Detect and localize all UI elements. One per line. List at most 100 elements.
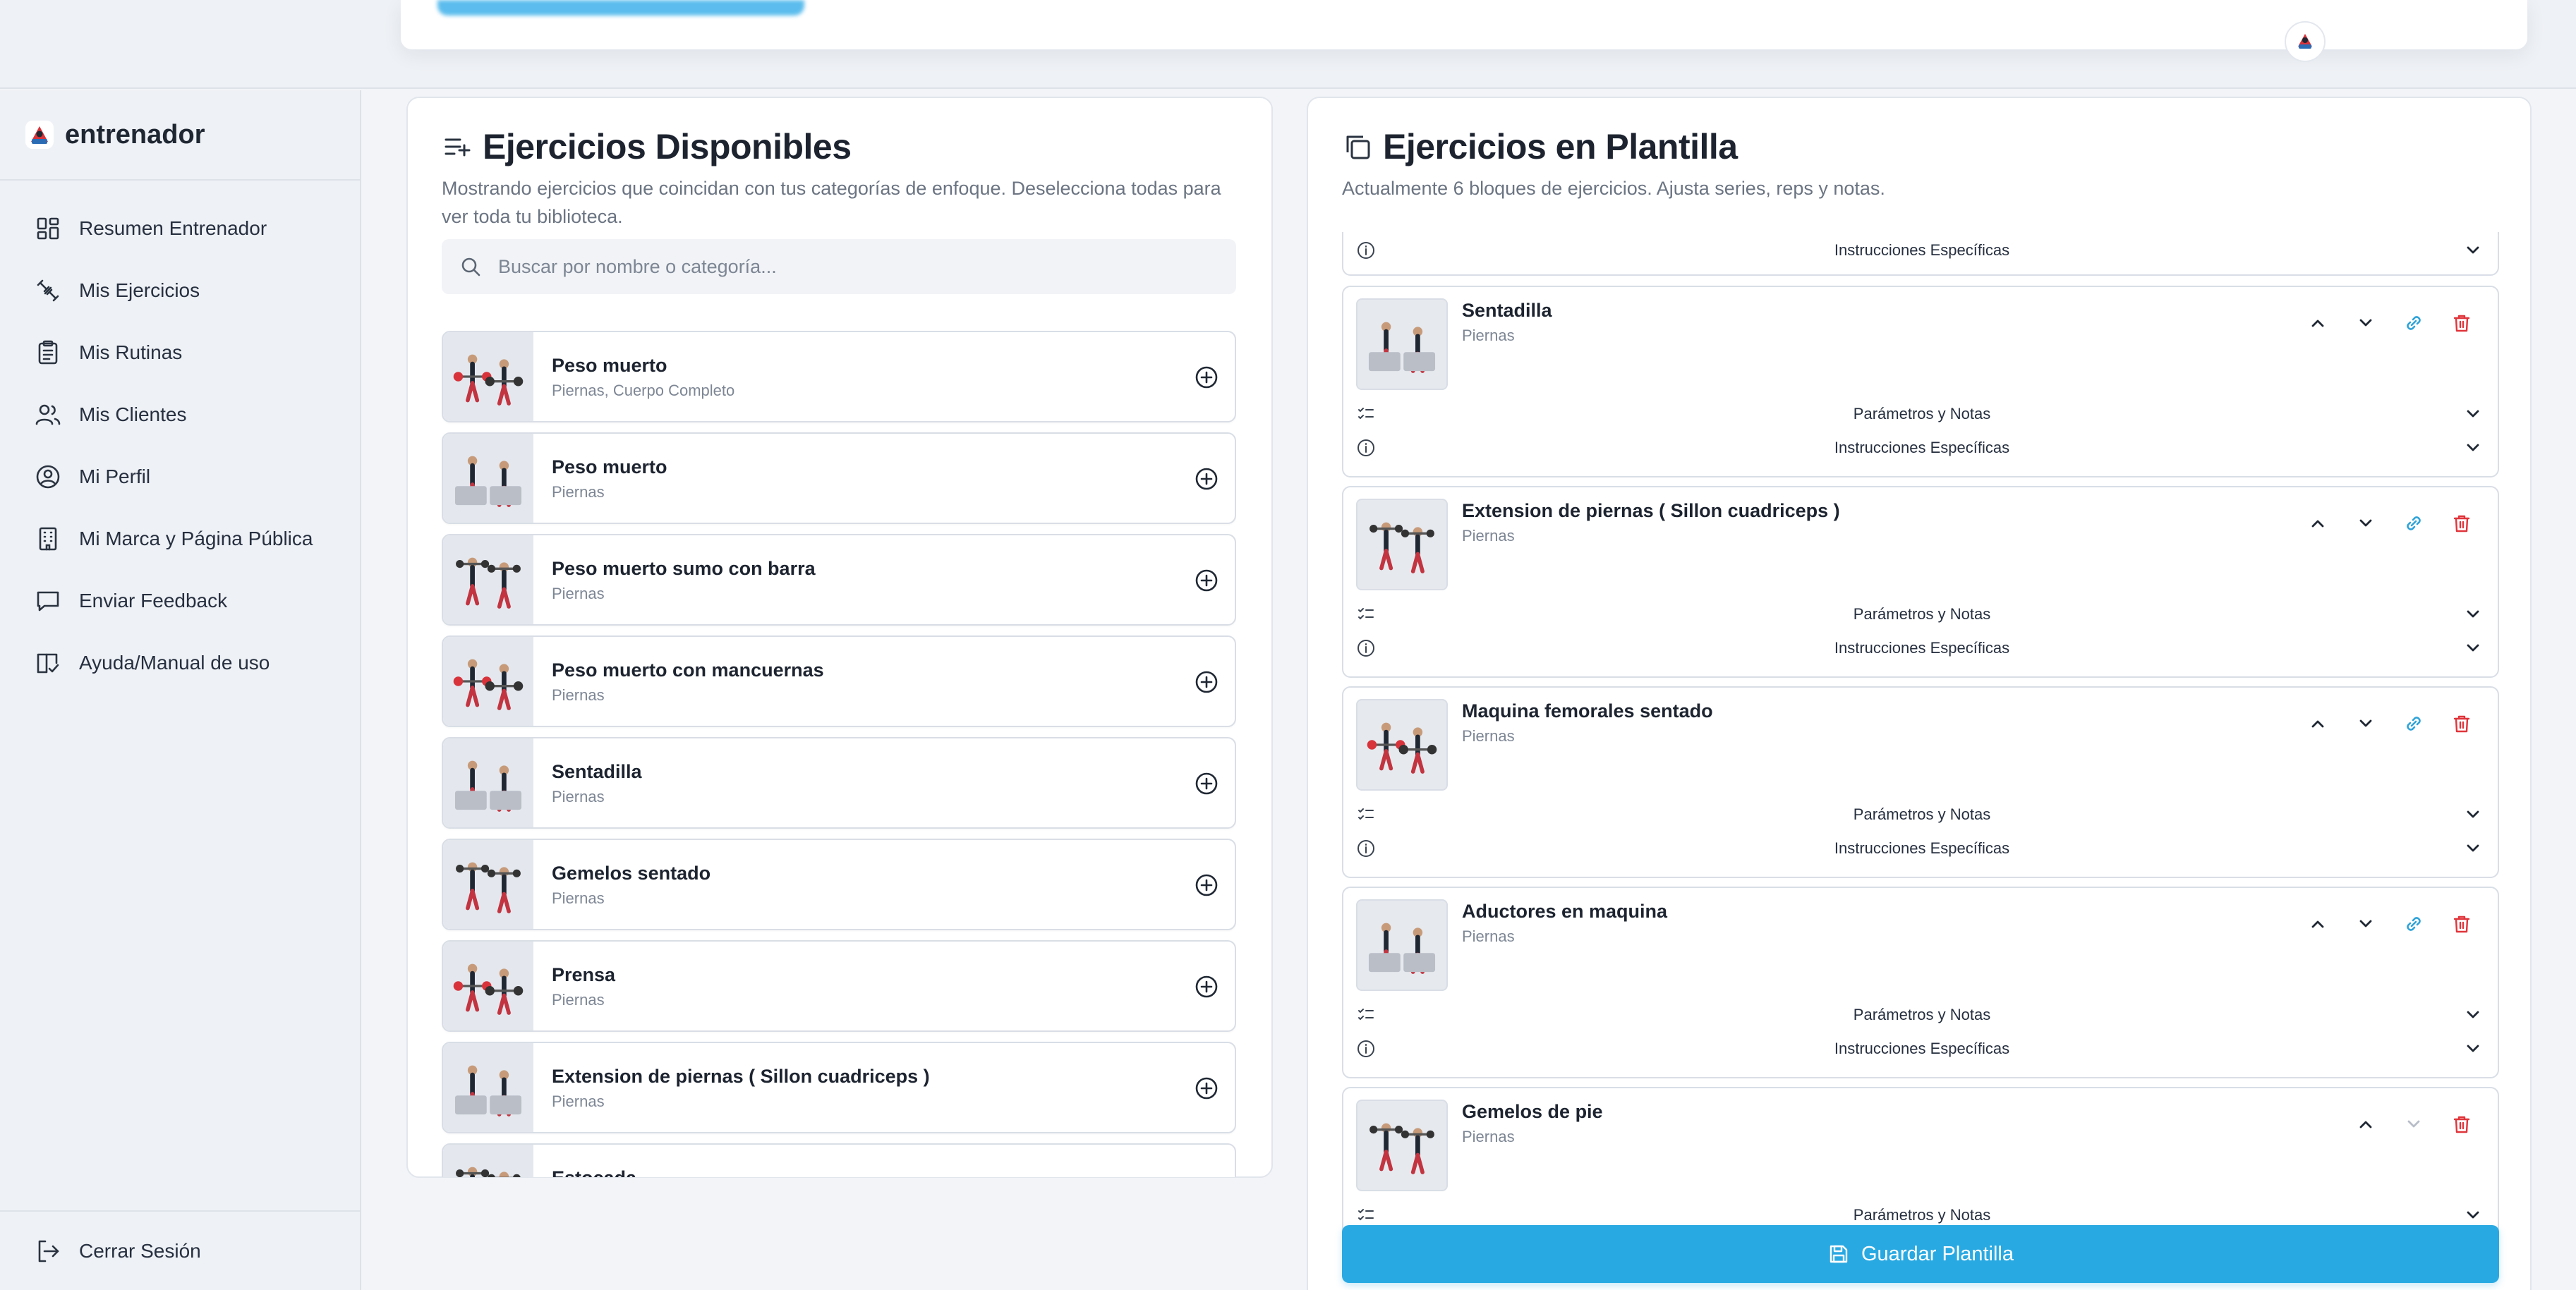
instructions-toggle[interactable]: Instrucciones Específicas bbox=[1356, 236, 2488, 264]
expand-toggle[interactable] bbox=[2462, 604, 2484, 625]
expand-toggle[interactable] bbox=[2462, 403, 2484, 425]
chevron-up-icon bbox=[2311, 320, 2324, 327]
delete-block-button[interactable] bbox=[2448, 911, 2475, 937]
exercise-illustration-icon bbox=[453, 963, 524, 1015]
add-exercise-button[interactable] bbox=[1194, 669, 1219, 695]
exercise-name: Peso muerto bbox=[552, 456, 667, 477]
exercise-list-item[interactable]: Peso muerto Piernas, Cuerpo Completo bbox=[442, 331, 1236, 422]
sidebar-item-resumen-entrenador[interactable]: Resumen Entrenador bbox=[0, 197, 360, 260]
sidebar-item-enviar-feedback[interactable]: Enviar Feedback bbox=[0, 570, 360, 632]
exercise-thumbnail bbox=[443, 535, 533, 624]
exercise-list-item[interactable]: Estocada bbox=[442, 1143, 1236, 1177]
exercise-list-item[interactable]: Peso muerto con mancuernas Piernas bbox=[442, 635, 1236, 727]
exercise-illustration-icon bbox=[456, 557, 521, 609]
exercise-thumbnail bbox=[1356, 298, 1448, 390]
exercise-category: Piernas bbox=[552, 483, 605, 501]
exercise-illustration-icon bbox=[1369, 522, 1434, 573]
instructions-toggle-label: Instrucciones Específicas bbox=[1834, 839, 2010, 857]
search-input[interactable] bbox=[498, 255, 1204, 278]
exercise-illustration-icon bbox=[1368, 322, 1436, 373]
params-notes-toggle-label: Parámetros y Notas bbox=[1853, 805, 1991, 823]
link-button[interactable] bbox=[2400, 510, 2427, 537]
add-exercise-button[interactable] bbox=[1194, 1076, 1219, 1101]
block-exercise-name: Sentadilla bbox=[1462, 300, 1552, 321]
params-notes-toggle[interactable]: Parámetros y Notas bbox=[1356, 400, 2488, 428]
instructions-toggle[interactable]: Instrucciones Específicas bbox=[1356, 1035, 2488, 1063]
link-button[interactable] bbox=[2400, 310, 2427, 336]
brand[interactable]: entrenador bbox=[0, 90, 360, 181]
exercise-list-item[interactable]: Peso muerto Piernas bbox=[442, 432, 1236, 524]
move-down-button[interactable] bbox=[2352, 710, 2379, 737]
instructions-toggle[interactable]: Instrucciones Específicas bbox=[1356, 634, 2488, 662]
exercise-list-item[interactable]: Sentadilla Piernas bbox=[442, 737, 1236, 829]
move-up-button[interactable] bbox=[2304, 710, 2331, 737]
params-notes-toggle[interactable]: Parámetros y Notas bbox=[1356, 600, 2488, 628]
expand-toggle[interactable] bbox=[2462, 804, 2484, 825]
move-up-button[interactable] bbox=[2304, 510, 2331, 537]
exercise-list-item[interactable]: Extension de piernas ( Sillon cuadriceps… bbox=[442, 1042, 1236, 1133]
exercise-list-item[interactable]: Prensa Piernas bbox=[442, 940, 1236, 1032]
delete-block-button[interactable] bbox=[2448, 310, 2475, 336]
exercise-category: Piernas bbox=[552, 889, 605, 907]
params-notes-toggle[interactable]: Parámetros y Notas bbox=[1356, 1001, 2488, 1029]
move-up-button[interactable] bbox=[2304, 310, 2331, 336]
sidebar-item-mis-clientes[interactable]: Mis Clientes bbox=[0, 384, 360, 446]
list-add-icon bbox=[445, 138, 471, 157]
expand-toggle[interactable] bbox=[2462, 240, 2484, 261]
add-exercise-button[interactable] bbox=[1194, 771, 1219, 796]
link-button[interactable] bbox=[2400, 911, 2427, 937]
exercise-list-item[interactable]: Peso muerto sumo con barra Piernas bbox=[442, 534, 1236, 626]
move-down-button[interactable] bbox=[2352, 510, 2379, 537]
exercise-name: Extension de piernas ( Sillon cuadriceps… bbox=[552, 1066, 930, 1087]
move-down-button[interactable] bbox=[2352, 911, 2379, 937]
delete-block-button[interactable] bbox=[2448, 710, 2475, 737]
add-exercise-button[interactable] bbox=[1194, 974, 1219, 999]
exercise-list-item[interactable]: Gemelos sentado Piernas bbox=[442, 839, 1236, 930]
user-avatar[interactable] bbox=[2285, 21, 2326, 62]
trash-icon bbox=[2453, 915, 2470, 933]
move-up-button[interactable] bbox=[2304, 911, 2331, 937]
logout-button[interactable]: Cerrar Sesión bbox=[0, 1210, 360, 1290]
expand-toggle[interactable] bbox=[2462, 1038, 2484, 1059]
save-template-button[interactable]: Guardar Plantilla bbox=[1342, 1225, 2499, 1283]
chevron-down-icon bbox=[2359, 319, 2372, 327]
block-exercise-name: Gemelos de pie bbox=[1462, 1101, 1603, 1122]
sidebar-item-mis-rutinas[interactable]: Mis Rutinas bbox=[0, 322, 360, 384]
expand-toggle[interactable] bbox=[2462, 437, 2484, 458]
link-icon bbox=[2407, 316, 2421, 330]
chevron-down-icon bbox=[2359, 920, 2372, 927]
expand-toggle[interactable] bbox=[2462, 1205, 2484, 1226]
sidebar-item-ayuda[interactable]: Ayuda/Manual de uso bbox=[0, 632, 360, 694]
sidebar-item-mis-ejercicios[interactable]: Mis Ejercicios bbox=[0, 260, 360, 322]
sidebar-item-mi-perfil[interactable]: Mi Perfil bbox=[0, 446, 360, 508]
sidebar-item-mi-marca[interactable]: Mi Marca y Página Pública bbox=[0, 508, 360, 570]
add-exercise-button[interactable] bbox=[1194, 568, 1219, 593]
expand-toggle[interactable] bbox=[2462, 838, 2484, 859]
exercise-illustration-icon bbox=[1367, 722, 1437, 774]
block-exercise-category: Piernas bbox=[1462, 327, 1515, 344]
expand-toggle[interactable] bbox=[2462, 1004, 2484, 1026]
add-exercise-button[interactable] bbox=[1194, 466, 1219, 492]
block-exercise-category: Piernas bbox=[1462, 727, 1515, 745]
delete-block-button[interactable] bbox=[2448, 1111, 2475, 1138]
delete-block-button[interactable] bbox=[2448, 510, 2475, 537]
add-exercise-button[interactable] bbox=[1194, 872, 1219, 898]
exercise-name: Peso muerto sumo con barra bbox=[552, 558, 816, 579]
exercise-thumbnail bbox=[1356, 899, 1448, 991]
expand-toggle[interactable] bbox=[2462, 638, 2484, 659]
template-block-partial: Instrucciones Específicas bbox=[1342, 232, 2499, 276]
exercise-category: Piernas bbox=[552, 585, 605, 602]
instructions-toggle[interactable]: Instrucciones Específicas bbox=[1356, 834, 2488, 863]
sidebar-item-label: Mis Ejercicios bbox=[79, 279, 200, 301]
move-down-button[interactable] bbox=[2352, 310, 2379, 336]
brand-name: entrenador bbox=[65, 119, 205, 150]
block-actions bbox=[2283, 911, 2475, 937]
plus-circle-icon bbox=[1195, 366, 1218, 389]
params-notes-toggle[interactable]: Parámetros y Notas bbox=[1356, 801, 2488, 829]
sidebar: entrenador Resumen Entrenador Mis Ejerci… bbox=[0, 90, 361, 1290]
instructions-toggle[interactable]: Instrucciones Específicas bbox=[1356, 434, 2488, 462]
search-box[interactable] bbox=[442, 239, 1236, 294]
add-exercise-button[interactable] bbox=[1194, 365, 1219, 390]
link-button[interactable] bbox=[2400, 710, 2427, 737]
move-up-button[interactable] bbox=[2352, 1111, 2379, 1138]
